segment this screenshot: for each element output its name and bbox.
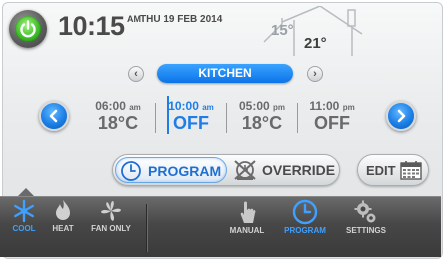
tab-heat-label: HEAT (52, 224, 74, 233)
indoor-temperature: 21° (304, 35, 327, 52)
clock-ampm: AM (127, 14, 141, 24)
slot-time: 05:00 pm (229, 99, 295, 113)
tab-cool-label: COOL (12, 224, 36, 233)
schedule-prev-button[interactable] (39, 101, 69, 131)
slot-value: 18°C (97, 113, 139, 133)
calendar-icon (400, 161, 422, 180)
zone-selector[interactable]: KITCHEN (157, 64, 293, 83)
clock-display: 10:15 AM (58, 11, 141, 42)
slot-time-value: 10:00 (168, 99, 199, 113)
flame-icon (56, 200, 70, 220)
hand-icon (240, 201, 256, 223)
tab-manual[interactable]: MANUAL (224, 199, 270, 235)
tab-settings-label: SETTINGS (345, 226, 386, 235)
chevron-right-icon (397, 109, 406, 123)
override-button-label: OVERRIDE (262, 162, 336, 178)
tab-fan-only-label: FAN ONLY (91, 224, 131, 233)
snowflake-icon (14, 199, 34, 223)
slot-time: 06:00 am (85, 99, 151, 113)
tab-heat[interactable]: HEAT (48, 199, 78, 233)
program-button[interactable]: PROGRAM (115, 157, 227, 183)
edit-button-label: EDIT (366, 163, 396, 178)
override-icon (234, 160, 256, 180)
outdoor-temperature: 15° (271, 22, 294, 39)
tab-fan-only[interactable]: FAN ONLY (84, 199, 138, 233)
power-icon (20, 20, 36, 38)
slot-time: 11:00 pm (299, 99, 365, 113)
tab-cool[interactable]: COOL (8, 199, 40, 233)
zone-prev-button[interactable]: ‹ (128, 66, 144, 82)
clock-icon (292, 199, 318, 225)
zone-next-button[interactable]: › (307, 66, 323, 82)
tab-program-label: PROGRAM (284, 226, 326, 235)
power-button[interactable] (9, 10, 47, 48)
slot-period: pm (342, 103, 355, 112)
slot-time-value: 06:00 (95, 99, 126, 113)
slot-time-value: 05:00 (238, 99, 270, 113)
gear-icon (354, 200, 376, 223)
slot-divider (155, 103, 156, 133)
schedule-slot-3[interactable]: 05:00 pm 18°C (229, 99, 295, 132)
slot-period: am (129, 103, 141, 112)
edit-button[interactable]: EDIT (357, 154, 429, 186)
slot-divider (226, 103, 227, 133)
slot-value: OFF (314, 113, 350, 133)
tab-program[interactable]: PROGRAM (278, 199, 332, 235)
chevron-left-icon: ‹ (134, 68, 138, 80)
chevron-right-icon: › (313, 68, 317, 80)
date-display: THU 19 FEB 2014 (140, 14, 223, 25)
tab-manual-label: MANUAL (229, 226, 265, 235)
program-button-label: PROGRAM (148, 163, 222, 179)
toolbar-divider (146, 204, 147, 252)
slot-time-value: 11:00 (309, 99, 340, 113)
schedule-slot-1[interactable]: 06:00 am 18°C (85, 99, 151, 132)
slot-period: pm (273, 103, 286, 112)
slot-divider (297, 103, 298, 133)
tab-settings[interactable]: SETTINGS (338, 199, 394, 235)
chevron-left-icon (49, 109, 58, 123)
slot-period: am (202, 103, 214, 112)
clock-icon (121, 161, 141, 181)
slot-value: 18°C (241, 113, 283, 133)
edit-cursor (167, 96, 169, 134)
fan-icon (101, 201, 121, 221)
schedule-next-button[interactable] (386, 101, 416, 131)
schedule-slot-4[interactable]: 11:00 pm OFF (299, 99, 365, 132)
override-button[interactable]: OVERRIDE (229, 155, 339, 185)
clock-time: 10:15 (58, 11, 125, 41)
mode-toggle: PROGRAM OVERRIDE (112, 154, 340, 186)
